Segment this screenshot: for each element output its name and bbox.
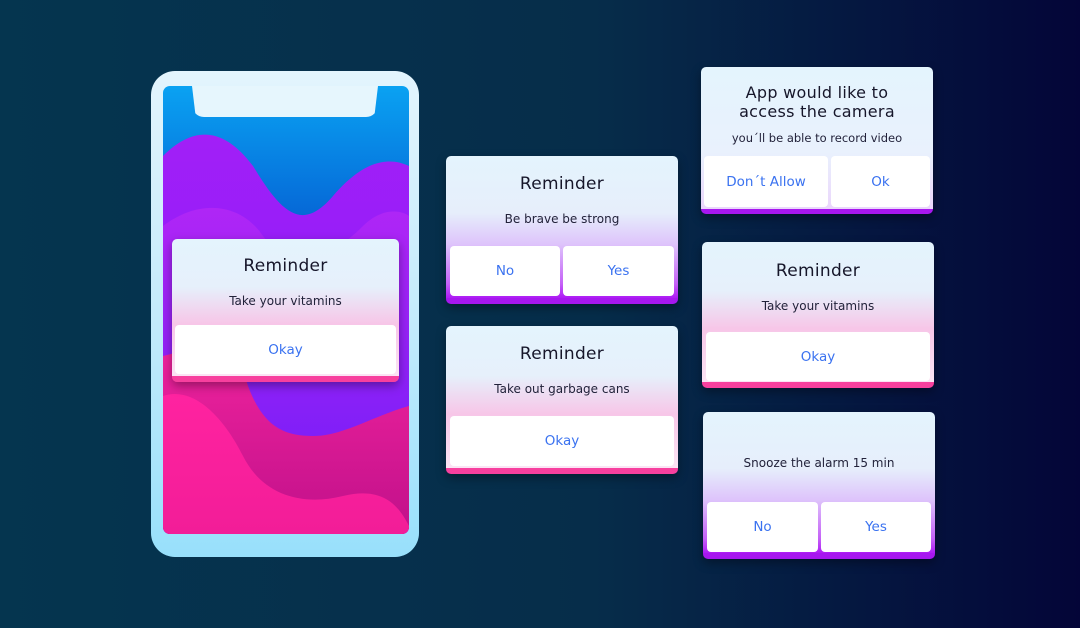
no-button[interactable]: No xyxy=(450,246,560,296)
okay-button[interactable]: Okay xyxy=(175,325,396,374)
dialog-title: Reminder xyxy=(243,256,328,276)
dialog-title: Reminder xyxy=(775,261,861,281)
dialog-title-line2: access the camera xyxy=(739,102,895,121)
okay-button[interactable]: Okay xyxy=(450,416,674,466)
dialog-title: Reminder xyxy=(519,174,605,194)
dialog-title-line1: App would like to xyxy=(745,83,889,102)
phone-reminder-dialog: Reminder Take your vitamins Okay xyxy=(172,239,399,382)
snooze-dialog: Snooze the alarm 15 min No Yes xyxy=(703,412,935,559)
yes-button[interactable]: Yes xyxy=(821,502,931,552)
camera-permission-dialog: App would like to access the camera you´… xyxy=(701,67,933,214)
dialog-message: Be brave be strong xyxy=(504,212,620,226)
reminder-dialog-garbage: Reminder Take out garbage cans Okay xyxy=(446,326,678,474)
ok-button[interactable]: Ok xyxy=(831,156,930,207)
dialog-message: you´ll be able to record video xyxy=(731,131,903,145)
no-button[interactable]: No xyxy=(707,502,818,552)
yes-button[interactable]: Yes xyxy=(563,246,674,296)
phone-notch xyxy=(192,86,378,117)
dialog-message: Snooze the alarm 15 min xyxy=(743,456,895,470)
dialog-message: Take out garbage cans xyxy=(494,382,630,396)
dont-allow-button[interactable]: Don´t Allow xyxy=(704,156,828,207)
dialog-title: Reminder xyxy=(519,344,605,364)
dialog-message: Take your vitamins xyxy=(229,294,342,308)
okay-button[interactable]: Okay xyxy=(706,332,930,381)
dialog-message: Take your vitamins xyxy=(761,299,875,313)
reminder-dialog-brave: Reminder Be brave be strong No Yes xyxy=(446,156,678,304)
reminder-dialog-vitamins: Reminder Take your vitamins Okay xyxy=(702,242,934,388)
